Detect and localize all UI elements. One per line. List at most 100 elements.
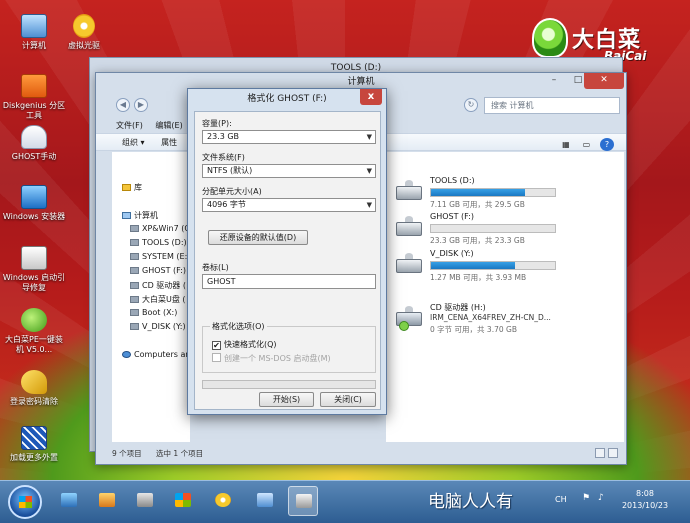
windows-installer-icon — [21, 185, 47, 209]
desktop-icon-load-more[interactable]: 加载更多外置 — [2, 426, 66, 463]
desktop-icon-dabaicai-install[interactable]: 大白菜PE一键装机 V5.0... — [2, 308, 66, 355]
tools-icon — [99, 493, 115, 507]
search-input[interactable]: 搜索 计算机 — [484, 97, 620, 114]
nav-drive-y[interactable]: V_DISK (Y:) — [130, 322, 186, 331]
properties-button[interactable]: 属性 — [161, 138, 177, 147]
diskgenius-icon — [21, 74, 47, 98]
input-language-indicator[interactable]: CH — [555, 495, 567, 504]
allocation-size-select[interactable]: 4096 字节 ▼ — [202, 198, 376, 212]
drive-tile-cd[interactable]: CD 驱动器 (H:) IRM_CENA_X64FREV_ZH-CN_D... … — [396, 302, 622, 342]
view-controls: ▦ ▭ ? — [555, 136, 614, 153]
msdos-startup-checkbox[interactable]: 创建一个 MS-DOS 启动盘(M) — [212, 353, 331, 364]
clock-date: 2013/10/23 — [621, 501, 669, 510]
nav-drive-x[interactable]: Boot (X:) — [130, 308, 177, 317]
nav-drive-usb[interactable]: 大白菜U盘 ( — [130, 294, 186, 305]
cd-drive-icon — [396, 306, 422, 331]
nav-drive-e[interactable]: SYSTEM (E: — [130, 252, 187, 261]
content-pane: TOOLS (D:) 7.11 GB 可用，共 29.5 GB GHOST (F… — [386, 152, 624, 442]
desktop-icon-label: 加载更多外置 — [10, 453, 58, 462]
load-more-icon — [21, 426, 47, 450]
nav-library[interactable]: 库 — [122, 182, 142, 193]
desktop-icon-ghost[interactable]: GHOST手动 — [2, 125, 66, 162]
dialog-close-button[interactable]: x — [360, 89, 382, 105]
drive-usage-bar — [430, 224, 556, 233]
taskbar-app-colorful[interactable] — [168, 486, 198, 516]
nav-computer-label: 计算机 — [134, 211, 158, 220]
desktop-icon-label: GHOST手动 — [11, 152, 57, 161]
taskbar-app-format[interactable] — [288, 486, 318, 516]
back-arrow-icon[interactable]: ◀ — [116, 98, 130, 112]
notebook-icon — [257, 493, 273, 507]
desktop-icon-diskgenius[interactable]: Diskgenius 分区工具 — [2, 74, 66, 121]
capacity-select[interactable]: 23.3 GB ▼ — [202, 130, 376, 144]
format-dialog[interactable]: 格式化 GHOST (F:) x 容量(P): 23.3 GB ▼ 文件系统(F)… — [187, 88, 387, 415]
drive-icon — [130, 267, 139, 274]
speaker-icon[interactable]: ♪ — [598, 493, 604, 503]
flag-icon[interactable]: ⚑ — [582, 493, 590, 503]
desktop-icon-label: Windows 启动引导修复 — [2, 273, 66, 292]
taskbar-app-explorer[interactable] — [54, 486, 84, 516]
refresh-icon[interactable]: ↻ — [464, 98, 478, 112]
quick-format-checkbox[interactable]: ✔ 快速格式化(Q) — [212, 339, 277, 350]
details-view-icon[interactable] — [595, 448, 605, 458]
start-button-orb[interactable] — [8, 485, 42, 519]
format-progress-bar — [202, 380, 376, 389]
nav-drive-label: Boot (X:) — [142, 308, 178, 317]
close-button[interactable]: 关闭(C) — [320, 392, 376, 407]
desktop-icon-boot-repair[interactable]: Windows 启动引导修复 — [2, 246, 66, 293]
window-close-button[interactable]: ✕ — [584, 73, 624, 89]
format-dialog-title: 格式化 GHOST (F:) — [247, 94, 327, 104]
restore-defaults-button[interactable]: 还原设备的默认值(D) — [208, 230, 308, 245]
taskbar-app-notebook[interactable] — [250, 486, 280, 516]
nav-drive-f[interactable]: GHOST (F:) — [130, 266, 186, 275]
minimize-button[interactable]: – — [542, 73, 566, 89]
drive-icon — [130, 239, 139, 246]
capacity-label: 容量(P): — [202, 119, 232, 128]
desktop-icon-virtual-cd[interactable]: 虚拟光驱 — [52, 14, 116, 51]
volume-label-input[interactable]: GHOST — [202, 274, 376, 289]
taskbar-app-drive[interactable] — [130, 486, 160, 516]
preview-pane-icon[interactable]: ▭ — [579, 138, 593, 151]
taskbar: 电脑人人有 CH ⚑ ♪ 8:08 2013/10/23 — [0, 480, 690, 523]
allocation-size-value: 4096 字节 — [207, 200, 246, 209]
menu-file[interactable]: 文件(F) — [116, 121, 143, 130]
organize-button[interactable]: 组织 ▾ — [122, 138, 145, 147]
tiles-view-icon[interactable] — [608, 448, 618, 458]
clock[interactable]: 8:08 2013/10/23 — [615, 488, 675, 512]
desktop-icon-label: 大白菜PE一键装机 V5.0... — [5, 335, 63, 354]
menu-edit[interactable]: 编辑(E) — [155, 121, 182, 130]
drive-icon — [130, 253, 139, 260]
drive-tile-f[interactable]: GHOST (F:) 23.3 GB 可用，共 23.3 GB — [396, 212, 622, 252]
hard-drive-icon — [396, 253, 422, 273]
menu-bar: 文件(F) 编辑(E) — [116, 120, 193, 131]
hard-drive-icon — [396, 216, 422, 236]
format-options-group: 格式化选项(O) ✔ 快速格式化(Q) 创建一个 MS-DOS 启动盘(M) — [202, 321, 376, 373]
drive-usage-fill — [431, 262, 516, 269]
forward-arrow-icon[interactable]: ▶ — [134, 98, 148, 112]
start-button[interactable]: 开始(S) — [259, 392, 314, 407]
volume-label-label: 卷标(L) — [202, 263, 229, 272]
help-icon[interactable]: ? — [600, 138, 614, 151]
checkbox-checked-icon: ✔ — [212, 341, 221, 350]
nav-drive-c[interactable]: XP&Win7 (C — [130, 224, 190, 233]
view-options-icon[interactable]: ▦ — [559, 138, 573, 151]
nav-drive-label: TOOLS (D:) — [142, 238, 187, 247]
format-dialog-body: 容量(P): 23.3 GB ▼ 文件系统(F) NTFS (默认) ▼ 分配单元大… — [194, 111, 381, 410]
usb-drive-icon — [137, 493, 153, 507]
drive-space-info: 23.3 GB 可用，共 23.3 GB — [430, 236, 525, 245]
drive-space-info: 1.27 MB 可用，共 3.93 MB — [430, 273, 527, 282]
nav-computer[interactable]: 计算机 — [122, 210, 158, 221]
desktop-icon-windows-installer[interactable]: Windows 安装器 — [2, 185, 66, 222]
drive-tile-d[interactable]: TOOLS (D:) 7.11 GB 可用，共 29.5 GB — [396, 176, 622, 216]
format-options-title: 格式化选项(O) — [210, 321, 267, 332]
drive-tile-y[interactable]: V_DISK (Y:) 1.27 MB 可用，共 3.93 MB — [396, 249, 622, 289]
taskbar-app-tools[interactable] — [92, 486, 122, 516]
nav-library-label: 库 — [134, 183, 142, 192]
filesystem-select[interactable]: NTFS (默认) ▼ — [202, 164, 376, 178]
nav-network[interactable]: Computers and — [122, 350, 196, 359]
desktop-icon-password-clear[interactable]: 登录密码清除 — [2, 370, 66, 407]
windows-logo-icon — [19, 496, 32, 508]
nav-drive-cd[interactable]: CD 驱动器 ( — [130, 280, 186, 291]
taskbar-app-cd[interactable] — [208, 486, 238, 516]
nav-drive-d[interactable]: TOOLS (D:) — [130, 238, 187, 247]
